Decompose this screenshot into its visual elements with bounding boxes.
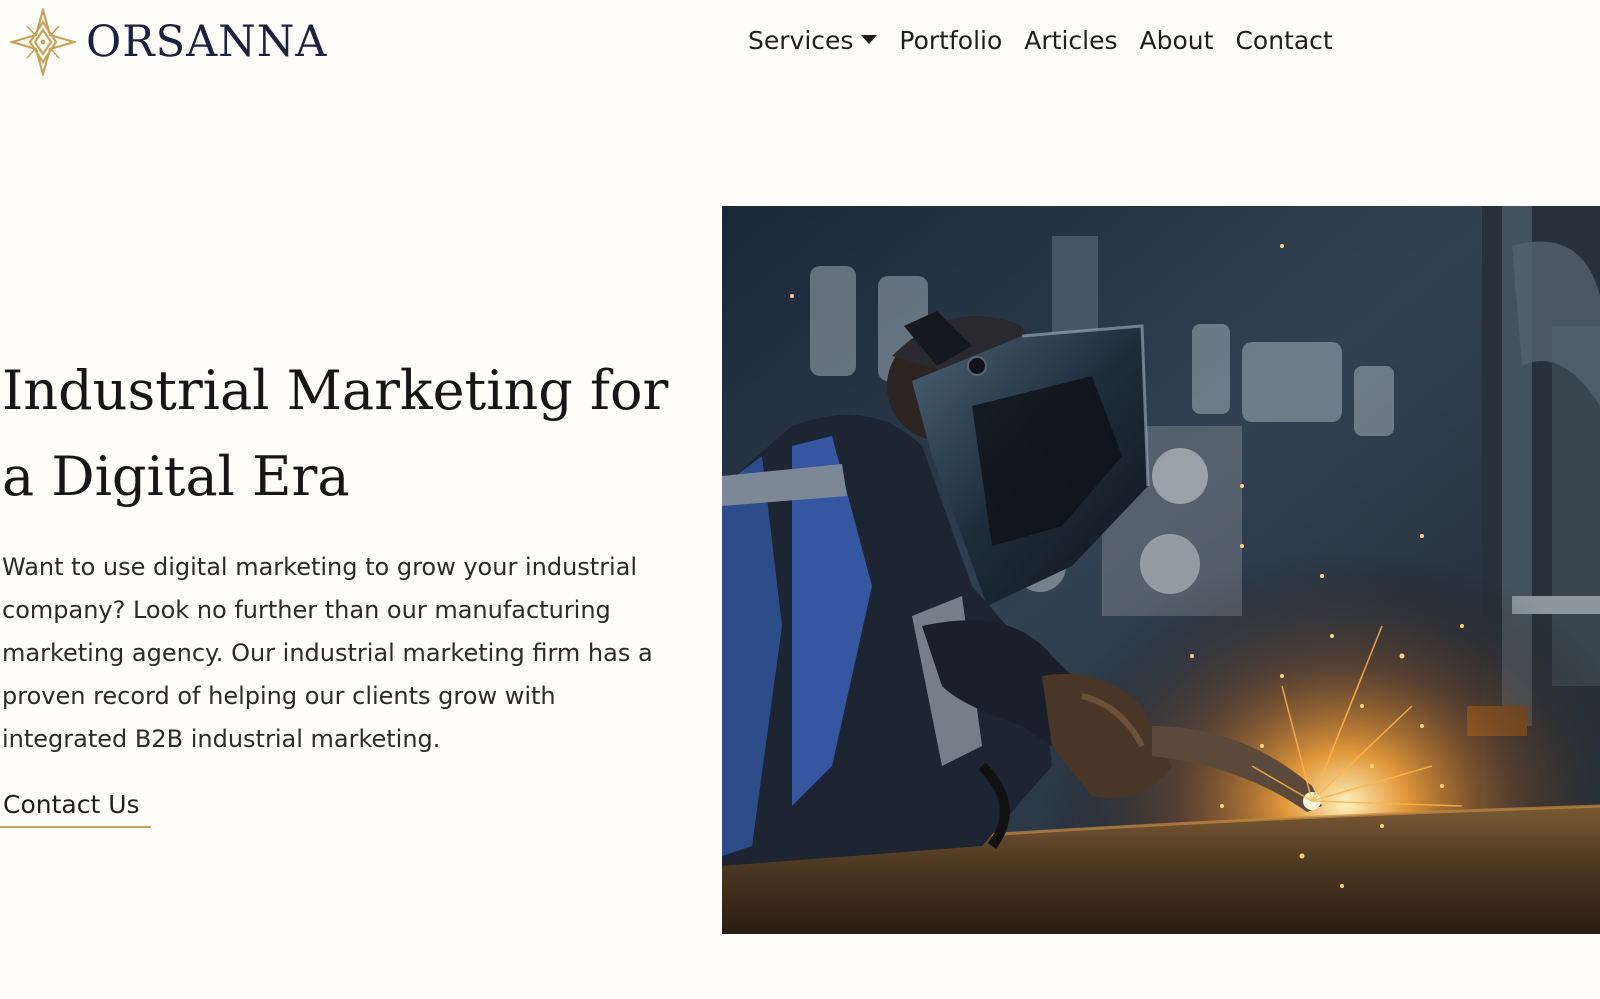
hero-title: Industrial Marketing for a Digital Era <box>2 359 669 508</box>
nav-item-portfolio[interactable]: Portfolio <box>899 26 1002 55</box>
compass-star-logo-icon <box>10 8 76 76</box>
hero-image-welder <box>722 206 1600 934</box>
nav-item-services[interactable]: Services <box>748 25 878 55</box>
nav-item-about[interactable]: About <box>1140 26 1214 55</box>
nav-item-contact[interactable]: Contact <box>1235 26 1332 55</box>
brand-logo[interactable]: ORSANNA <box>10 8 327 76</box>
brand-name: ORSANNA <box>86 16 328 67</box>
nav-item-services-label: Services <box>748 25 854 55</box>
contact-us-button[interactable]: Contact Us <box>0 790 151 828</box>
caret-down-icon <box>861 34 878 44</box>
hero-description: Want to use digital marketing to grow yo… <box>2 553 653 753</box>
main-nav: Services Portfolio Articles About Contac… <box>748 20 1333 60</box>
nav-item-articles[interactable]: Articles <box>1024 26 1117 55</box>
